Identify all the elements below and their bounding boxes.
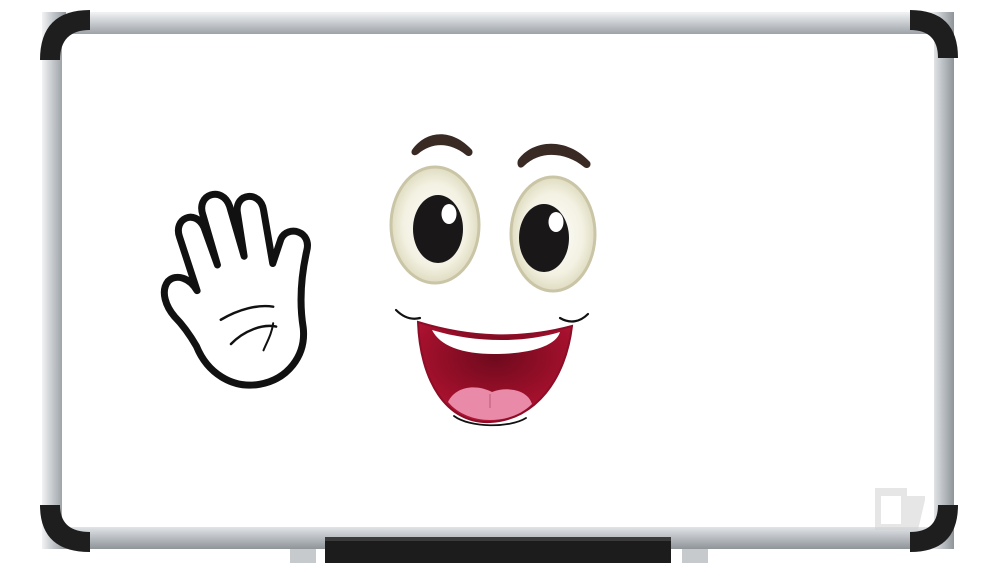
right-eye xyxy=(509,175,597,293)
whiteboard-scene xyxy=(0,0,1000,563)
left-eye xyxy=(389,165,481,285)
marker-tray xyxy=(325,537,671,563)
video-frame xyxy=(0,0,1000,563)
